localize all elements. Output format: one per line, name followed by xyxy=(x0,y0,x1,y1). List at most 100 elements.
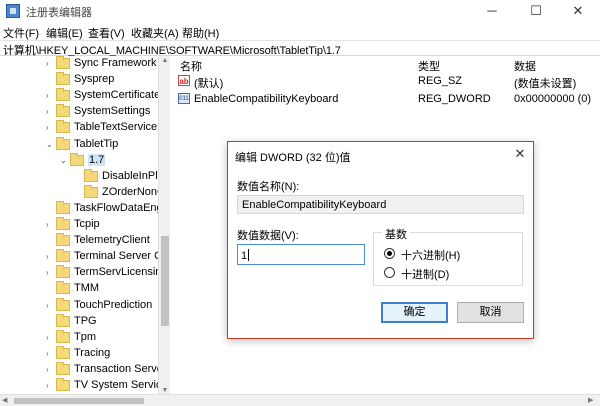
decimal-radio[interactable] xyxy=(384,267,395,278)
tree-item[interactable]: › TableTextService xyxy=(0,120,160,136)
menu-favorites[interactable]: 收藏夹(A) xyxy=(131,25,179,41)
tree-item[interactable]: › SystemCertificates xyxy=(0,88,160,104)
scroll-left-arrow-icon[interactable]: ◀ xyxy=(2,396,7,404)
expand-arrow-icon[interactable]: › xyxy=(46,268,54,278)
expand-arrow-icon[interactable]: › xyxy=(46,252,54,262)
value-row[interactable]: ab (默认) REG_SZ (数值未设置) xyxy=(172,73,600,90)
expand-arrow-icon[interactable]: › xyxy=(46,381,54,391)
tree-item[interactable]: › Tracing xyxy=(0,346,160,362)
menu-file[interactable]: 文件(F) xyxy=(3,25,39,41)
tree-item[interactable]: TMM xyxy=(0,281,160,297)
string-value-icon: ab xyxy=(178,75,190,86)
expand-arrow-icon xyxy=(74,172,82,182)
horizontal-scroll-thumb[interactable] xyxy=(14,398,144,404)
menu-view[interactable]: 查看(V) xyxy=(88,25,125,41)
tree-item-label: TaskFlowDataEngine xyxy=(74,202,160,214)
expand-arrow-icon[interactable]: › xyxy=(46,91,54,101)
dialog-title: 编辑 DWORD (32 位)值 xyxy=(235,152,351,164)
expand-arrow-icon[interactable]: › xyxy=(46,301,54,311)
folder-icon xyxy=(56,378,70,391)
value-data: (数值未设置) xyxy=(514,78,577,90)
tree-item[interactable]: Sysprep xyxy=(0,72,160,88)
cancel-button[interactable]: 取消 xyxy=(457,302,524,323)
collapse-arrow-icon[interactable]: ⌄ xyxy=(46,140,54,150)
tree-item-label: TermServLicensing xyxy=(74,266,160,278)
expand-arrow-icon[interactable]: › xyxy=(46,123,54,133)
tree-vertical-scrollbar[interactable]: ▲ ▼ xyxy=(158,56,170,396)
edit-dword-dialog: 编辑 DWORD (32 位)值 ✕ 数值名称(N): EnableCompat… xyxy=(227,141,534,339)
tree-item-label: Sysprep xyxy=(74,73,115,85)
expand-arrow-icon[interactable]: › xyxy=(46,59,54,69)
value-name-field: EnableCompatibilityKeyboard xyxy=(237,195,524,214)
scroll-up-arrow-icon[interactable]: ▲ xyxy=(160,56,170,66)
ok-button[interactable]: 确定 xyxy=(381,302,448,323)
collapse-arrow-icon[interactable]: ⌄ xyxy=(60,156,68,166)
registry-tree: › Sync Framework Sysprep › SystemCertificate… xyxy=(0,56,160,396)
expand-arrow-icon[interactable]: › xyxy=(46,365,54,375)
expand-arrow-icon xyxy=(46,75,54,85)
folder-icon xyxy=(56,120,70,133)
tree-item[interactable]: ZOrderNonCore xyxy=(0,185,160,201)
close-window-button[interactable]: ✕ xyxy=(556,0,600,22)
folder-icon xyxy=(70,153,84,166)
minimize-button[interactable]: ─ xyxy=(470,0,514,22)
folder-icon xyxy=(56,137,70,150)
tree-item[interactable]: DisableInPlace xyxy=(0,169,160,185)
expand-arrow-icon[interactable]: › xyxy=(46,107,54,117)
column-header-type[interactable]: 类型 xyxy=(418,58,440,74)
tree-item[interactable]: TPG xyxy=(0,314,160,330)
folder-icon xyxy=(56,233,70,246)
tree-item[interactable]: › TermServLicensing xyxy=(0,265,160,281)
tree-scroll-thumb[interactable] xyxy=(161,236,169,326)
regedit-app-icon xyxy=(6,4,20,18)
tree-item[interactable]: ⌄ 1.7 xyxy=(0,153,160,169)
tree-item[interactable]: › Terminal Server Client xyxy=(0,249,160,265)
tree-item[interactable]: › TouchPrediction xyxy=(0,298,160,314)
folder-icon xyxy=(56,298,70,311)
folder-icon xyxy=(56,346,70,359)
value-data-text: 1 xyxy=(241,250,248,262)
folder-icon xyxy=(84,169,98,182)
value-name: (默认) xyxy=(194,78,224,90)
hexadecimal-label[interactable]: 十六进制(H) xyxy=(401,247,460,263)
maximize-button[interactable]: ☐ xyxy=(514,0,558,22)
address-bar[interactable]: 计算机\HKEY_LOCAL_MACHINE\SOFTWARE\Microsof… xyxy=(0,40,600,57)
menu-bar: 文件(F) 编辑(E) 查看(V) 收藏夹(A) 帮助(H) xyxy=(0,22,600,40)
tree-item[interactable]: › Transaction Server xyxy=(0,362,160,378)
folder-icon xyxy=(56,201,70,214)
value-row[interactable]: 011 EnableCompatibilityKeyboard REG_DWOR… xyxy=(172,91,600,107)
tree-item-label: TabletTip xyxy=(74,138,119,150)
tree-item[interactable]: TelemetryClient xyxy=(0,233,160,249)
tree-item[interactable]: TaskFlowDataEngine xyxy=(0,201,160,217)
tree-item[interactable]: › Sync Framework xyxy=(0,56,160,72)
tree-item[interactable]: › Tpm xyxy=(0,330,160,346)
folder-icon xyxy=(56,217,70,230)
value-data-input[interactable]: 1 xyxy=(237,244,365,265)
value-name-label: 数值名称(N): xyxy=(237,181,300,193)
menu-edit[interactable]: 编辑(E) xyxy=(46,25,83,41)
tree-item[interactable]: › SystemSettings xyxy=(0,104,160,120)
expand-arrow-icon xyxy=(46,204,54,214)
menu-help[interactable]: 帮助(H) xyxy=(182,25,219,41)
decimal-label[interactable]: 十进制(D) xyxy=(401,266,449,282)
scroll-right-arrow-icon[interactable]: ▶ xyxy=(588,396,593,404)
tree-item-label: Tpm xyxy=(74,331,96,343)
dialog-close-button[interactable]: ✕ xyxy=(512,146,528,162)
hexadecimal-radio[interactable] xyxy=(384,248,395,259)
column-header-name[interactable]: 名称 xyxy=(180,58,202,74)
tree-item-label: 1.7 xyxy=(88,154,106,166)
tree-item[interactable]: ⌄ TabletTip xyxy=(0,137,160,153)
expand-arrow-icon[interactable]: › xyxy=(46,333,54,343)
expand-arrow-icon xyxy=(46,317,54,327)
expand-arrow-icon[interactable]: › xyxy=(46,220,54,230)
tree-item-label: DisableInPlace xyxy=(102,170,160,182)
tree-item[interactable]: › TV System Services xyxy=(0,378,160,394)
expand-arrow-icon[interactable]: › xyxy=(46,349,54,359)
tree-horizontal-scrollbar[interactable]: ◀ ▶ xyxy=(0,394,600,406)
tree-item[interactable]: › Tcpip xyxy=(0,217,160,233)
folder-icon xyxy=(56,281,70,294)
title-bar: 注册表编辑器 ─ ☐ ✕ xyxy=(0,0,600,22)
value-type: REG_DWORD xyxy=(418,93,491,105)
tree-item-label: Transaction Server xyxy=(74,363,160,375)
column-header-data[interactable]: 数据 xyxy=(514,58,536,74)
